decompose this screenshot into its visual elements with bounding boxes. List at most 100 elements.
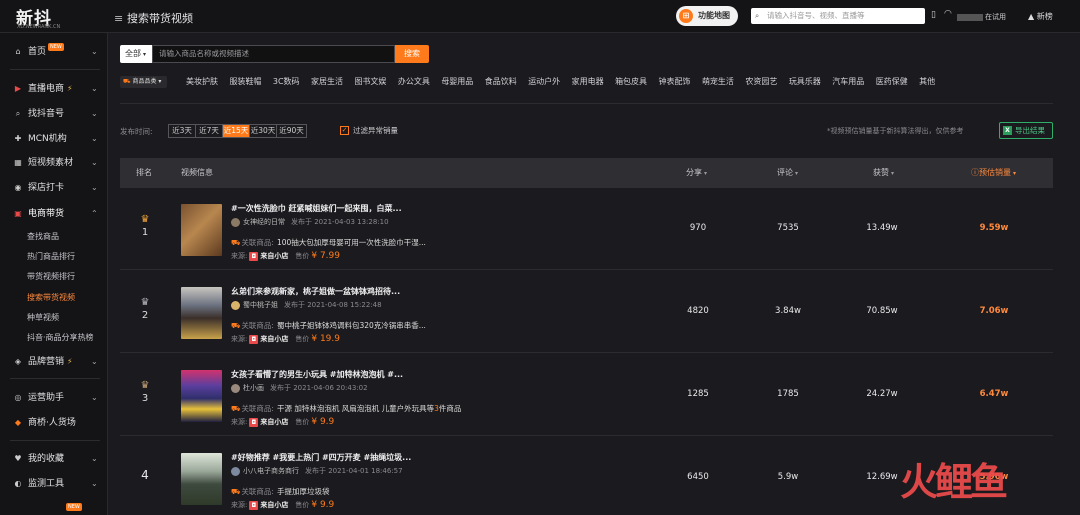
video-title[interactable]: #好物推荐 #我要上热门 #四万开麦 #抽绳垃圾... <box>231 452 411 463</box>
video-title[interactable]: #一次性洗脸巾 赶紧喊姐妹们一起来囤，白菜... <box>231 203 402 214</box>
category-select[interactable]: ⛟ 商品品类 ▾ <box>120 76 167 88</box>
publish-time-options: 近3天 近7天 近15天 近30天 近90天 <box>168 124 307 138</box>
price-label: 售价 <box>295 252 310 260</box>
product-name[interactable]: 干源 加特林泡泡机 风扇泡泡机 儿童户外玩具等 <box>277 404 434 413</box>
category-item[interactable]: 汽车用品 <box>832 77 864 86</box>
sidebar-subitem-video-ranking[interactable]: 带货视频排行 <box>27 270 75 284</box>
category-item[interactable]: 图书文娱 <box>354 77 386 86</box>
product-name[interactable]: 手提加厚垃圾袋 <box>277 487 330 496</box>
period-15d[interactable]: 近15天 <box>223 125 250 137</box>
sidebar-item-mcn[interactable]: ✚ MCN机构 ⌄ <box>0 128 108 150</box>
period-30d[interactable]: 近30天 <box>250 125 277 137</box>
category-item[interactable]: 美妆护肤 <box>186 77 218 86</box>
product-name[interactable]: 蜀中桃子姐钵钵鸡调料包320克冷锅串串香... <box>277 321 426 330</box>
table-row[interactable]: ♛ 2 幺弟们来参观新家，桃子姐做一盆钵钵鸡招待... 蜀中桃子姐 发布于 2021… <box>120 271 1053 353</box>
category-item[interactable]: 家用电器 <box>572 77 604 86</box>
category-item[interactable]: 萌宠生活 <box>702 77 734 86</box>
scope-select[interactable]: 全部 ▾ <box>120 45 152 63</box>
table-row[interactable]: ♛ 1 #一次性洗脸巾 赶紧喊姐妹们一起来囤，白菜... 女神经的日常 发布于 20… <box>120 188 1053 270</box>
author-name[interactable]: 小八电子商务商行 <box>243 467 299 475</box>
sidebar-item-monitor[interactable]: ◐ 监测工具 ⌄ <box>0 473 108 495</box>
period-3d[interactable]: 近3天 <box>169 125 196 137</box>
user-trial[interactable]: 在试用 <box>957 12 1006 22</box>
rank-number: 2 <box>141 310 149 321</box>
category-item[interactable]: 玩具乐器 <box>789 77 821 86</box>
exclude-abnormal-checkbox[interactable]: ✓ <box>340 126 349 135</box>
col-share[interactable]: 分享 ▾ <box>686 158 707 189</box>
category-item[interactable]: 3C数码 <box>273 77 300 86</box>
sidebar-item-shangqiao[interactable]: ◆ 商桥·人货场 <box>0 412 108 434</box>
sidebar-item-favorites[interactable]: ♥ 我的收藏 ⌄ <box>0 448 108 470</box>
table-row[interactable]: ♛ 3 女孩子看懵了的男生小玩具 #加特林泡泡机 #... 杜小画 发布于 2021… <box>120 354 1053 436</box>
category-item[interactable]: 服装鞋帽 <box>229 77 261 86</box>
video-thumbnail[interactable] <box>181 204 222 256</box>
keyword-search-input[interactable]: 请输入商品名称或视频描述 <box>152 45 395 63</box>
category-item[interactable]: 家居生活 <box>311 77 343 86</box>
author-name[interactable]: 杜小画 <box>243 384 264 392</box>
chevron-down-icon: ⌄ <box>91 134 98 143</box>
sort-icon: ▾ <box>891 170 895 177</box>
sidebar-subitem-search-videos[interactable]: 搜索带货视频 <box>27 291 75 305</box>
sidebar-item-store-visit[interactable]: ◉ 探店打卡 ⌄ <box>0 177 108 199</box>
phone-icon[interactable]: ▯ <box>931 10 936 20</box>
sidebar-item-video-material[interactable]: ▦ 短视频素材 ⌄ <box>0 152 108 174</box>
chevron-down-icon: ⌄ <box>91 84 98 93</box>
chevron-down-icon: ⌄ <box>91 47 98 56</box>
sort-icon: ▾ <box>1013 170 1017 177</box>
period-7d[interactable]: 近7天 <box>196 125 223 137</box>
period-90d[interactable]: 近90天 <box>277 125 306 137</box>
home-icon: ⌂ <box>15 47 21 56</box>
product-name[interactable]: 100抽大包加厚母婴可用一次性洗脸巾干湿... <box>277 238 426 247</box>
logo[interactable]: 新抖 XD.NEWRANK.CN <box>16 4 106 30</box>
menu-icon[interactable]: ≡ <box>114 12 123 25</box>
global-search-input[interactable]: ⌕ 请输入抖音号、视频、直播等 <box>751 8 925 24</box>
product-source: 来源: ◘ 来自小店 售价 ¥ 7.99 <box>231 251 340 262</box>
col-comment-label: 评论 <box>777 168 793 177</box>
sidebar-subitem-seeding-videos[interactable]: 种草视频 <box>27 311 59 325</box>
category-item[interactable]: 钟表配饰 <box>659 77 691 86</box>
sidebar-item-label: 监测工具 <box>28 479 65 489</box>
video-thumbnail[interactable] <box>181 453 222 505</box>
sidebar-subitem-share-hotlist[interactable]: 抖音·商品分享热榜 <box>27 331 94 345</box>
video-title[interactable]: 幺弟们来参观新家，桃子姐做一盆钵钵鸡招待... <box>231 286 400 297</box>
newrank-link[interactable]: ▲ 新榜 <box>1028 11 1053 22</box>
rank-cell: ♛ 2 <box>131 298 159 322</box>
sidebar-item-brand-marketing[interactable]: ◈ 品牌营销 ⚡ ⌄ <box>0 351 108 373</box>
video-title[interactable]: 女孩子看懵了的男生小玩具 #加特林泡泡机 #... <box>231 369 403 380</box>
video-thumbnail[interactable] <box>181 287 222 339</box>
cart-icon: ⛟ <box>231 238 241 247</box>
sidebar-item-operations[interactable]: ◎ 运营助手 ⌄ <box>0 387 108 409</box>
category-item[interactable]: 食品饮料 <box>485 77 517 86</box>
function-map-button[interactable]: ⊞ 功能地图 <box>676 6 738 26</box>
excel-icon: X <box>1003 126 1012 135</box>
category-item[interactable]: 医药保健 <box>876 77 908 86</box>
sidebar-item-ecommerce[interactable]: ▣ 电商带货 ⌃ <box>0 203 108 225</box>
video-thumbnail[interactable] <box>181 370 222 422</box>
chevron-up-icon: ⌃ <box>91 209 98 218</box>
category-item[interactable]: 农资园艺 <box>745 77 777 86</box>
category-item[interactable]: 其他 <box>919 77 935 86</box>
category-item[interactable]: 运动户外 <box>528 77 560 86</box>
exclude-abnormal-label: 过滤异常销量 <box>353 126 398 135</box>
author-name[interactable]: 女神经的日常 <box>243 218 285 226</box>
col-sales[interactable]: ⓘ预估销量 ▾ <box>971 158 1016 189</box>
rank-cell: 4 <box>131 468 159 482</box>
author-name[interactable]: 蜀中桃子姐 <box>243 301 278 309</box>
sidebar-item-label: 运营助手 <box>28 393 65 403</box>
col-like[interactable]: 获赞 ▾ <box>873 158 894 189</box>
category-item[interactable]: 母婴用品 <box>441 77 473 86</box>
sidebar-subitem-hot-products[interactable]: 热门商品排行 <box>27 250 75 264</box>
col-rank: 排名 <box>136 168 152 177</box>
sidebar-subitem-find-product[interactable]: 查找商品 <box>27 230 59 244</box>
sidebar-item-live-commerce[interactable]: ▶ 直播电商 ⚡ ⌄ <box>0 78 108 100</box>
sidebar-item-find-account[interactable]: ⌕ 找抖音号 ⌄ <box>0 103 108 125</box>
col-comment[interactable]: 评论 ▾ <box>777 158 798 189</box>
search-button[interactable]: 搜索 <box>395 45 429 63</box>
category-item[interactable]: 办公文具 <box>398 77 430 86</box>
export-button[interactable]: X 导出结果 <box>999 122 1053 139</box>
category-item[interactable]: 箱包皮具 <box>615 77 647 86</box>
sidebar-item-home[interactable]: ⌂ 首页 NEW ⌄ <box>0 41 108 63</box>
headset-icon[interactable]: ◠ <box>944 9 952 19</box>
video-author: 蜀中桃子姐 发布于 2021-04-08 15:22:48 <box>231 300 382 310</box>
comment-count: 7535 <box>777 223 799 233</box>
